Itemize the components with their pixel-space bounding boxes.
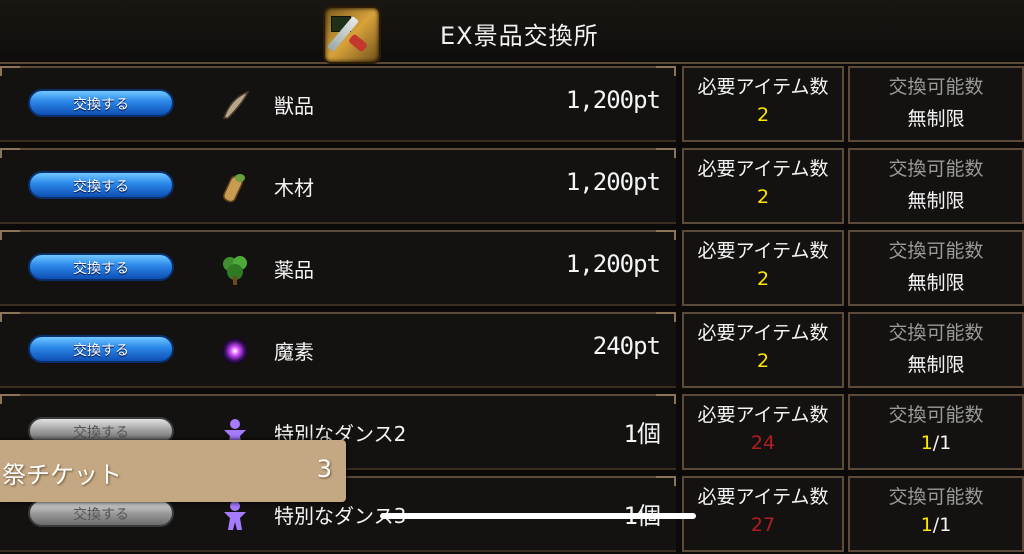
required-items-value: 2 — [756, 104, 770, 126]
dance-figure-icon — [224, 501, 246, 530]
required-items-value: 2 — [756, 186, 770, 208]
item-cost: 1,200pt — [565, 168, 661, 196]
item-cost: 1,200pt — [565, 86, 661, 114]
exchange-button[interactable]: 交換する — [28, 253, 174, 281]
magic-orb-icon — [222, 338, 248, 364]
exchange-limit-value: 無制限 — [907, 354, 965, 376]
exchange-button[interactable]: 交換する — [28, 335, 174, 363]
exchange-limit-label: 交換可能数 — [888, 486, 984, 508]
item-cell: 交換する 魔素 240pt — [0, 312, 676, 388]
exchange-row: 交換する 獣品 1,200pt 必要アイテム数 2 交換可能数 無制限 — [0, 66, 1024, 144]
required-items-cell: 必要アイテム数 24 — [682, 394, 844, 470]
required-items-label: 必要アイテム数 — [697, 486, 829, 508]
exchange-limit-value: 無制限 — [907, 108, 965, 130]
exchange-limit-label: 交換可能数 — [888, 76, 984, 98]
ticket-count: 3 — [316, 455, 332, 483]
exchange-button[interactable]: 交換する — [28, 89, 174, 117]
item-cell: 交換する 獣品 1,200pt — [0, 66, 676, 142]
exchange-limit-cell: 交換可能数 無制限 — [848, 148, 1024, 224]
required-items-label: 必要アイテム数 — [697, 404, 829, 426]
item-name: 魔素 — [274, 340, 314, 364]
page-title: EX景品交換所 — [440, 22, 599, 50]
exchange-limit-cell: 交換可能数 1/1 — [848, 394, 1024, 470]
exchange-limit-value: 1/1 — [920, 432, 952, 454]
exchange-limit-cell: 交換可能数 無制限 — [848, 66, 1024, 142]
exchange-limit-label: 交換可能数 — [888, 240, 984, 262]
exchange-limit-label: 交換可能数 — [888, 322, 984, 344]
wood-log-icon — [222, 174, 245, 203]
exchange-row: 交換する 木材 1,200pt 必要アイテム数 2 交換可能数 無制限 — [0, 148, 1024, 226]
exchange-limit-cell: 交換可能数 1/1 — [848, 476, 1024, 552]
required-items-cell: 必要アイテム数 27 — [682, 476, 844, 552]
required-items-value: 27 — [750, 514, 776, 536]
item-cost: 1,200pt — [565, 250, 661, 278]
exchange-limit-cell: 交換可能数 無制限 — [848, 230, 1024, 306]
required-items-cell: 必要アイテム数 2 — [682, 230, 844, 306]
herb-icon — [223, 256, 247, 285]
exchange-limit-value: 無制限 — [907, 272, 965, 294]
exchange-limit-label: 交換可能数 — [888, 158, 984, 180]
exchange-limit-value: 無制限 — [907, 190, 965, 212]
exchange-limit-label: 交換可能数 — [888, 404, 984, 426]
required-items-label: 必要アイテム数 — [697, 158, 829, 180]
item-cost: 1個 — [623, 420, 661, 448]
exchange-limit-value: 1/1 — [920, 514, 952, 536]
fang-icon — [222, 90, 250, 119]
required-items-value: 2 — [756, 350, 770, 372]
exchange-row: 交換する 薬品 1,200pt 必要アイテム数 2 交換可能数 無制限 — [0, 230, 1024, 308]
ex-shop-icon — [323, 6, 381, 64]
ticket-label: 祭チケット — [2, 461, 122, 489]
item-cell: 交換する 木材 1,200pt — [0, 148, 676, 224]
required-items-cell: 必要アイテム数 2 — [682, 312, 844, 388]
item-name: 木材 — [274, 176, 314, 200]
exchange-button[interactable]: 交換する — [28, 171, 174, 199]
required-items-value: 2 — [756, 268, 770, 290]
exchange-row: 交換する 魔素 240pt 必要アイテム数 2 交換可能数 無制限 — [0, 312, 1024, 390]
required-items-label: 必要アイテム数 — [697, 76, 829, 98]
required-items-value: 24 — [750, 432, 776, 454]
required-items-label: 必要アイテム数 — [697, 240, 829, 262]
required-items-cell: 必要アイテム数 2 — [682, 148, 844, 224]
home-indicator[interactable] — [380, 513, 696, 519]
required-items-cell: 必要アイテム数 2 — [682, 66, 844, 142]
exchange-button[interactable]: 交換する — [28, 499, 174, 527]
item-name: 薬品 — [274, 258, 314, 282]
ticket-counter-panel: 祭チケット 3 — [0, 440, 346, 502]
header-bar: EX景品交換所 — [0, 0, 1024, 64]
item-cell: 交換する 薬品 1,200pt — [0, 230, 676, 306]
required-items-label: 必要アイテム数 — [697, 322, 829, 344]
item-name: 獣品 — [274, 94, 314, 118]
exchange-limit-cell: 交換可能数 無制限 — [848, 312, 1024, 388]
item-cost: 240pt — [592, 332, 661, 360]
